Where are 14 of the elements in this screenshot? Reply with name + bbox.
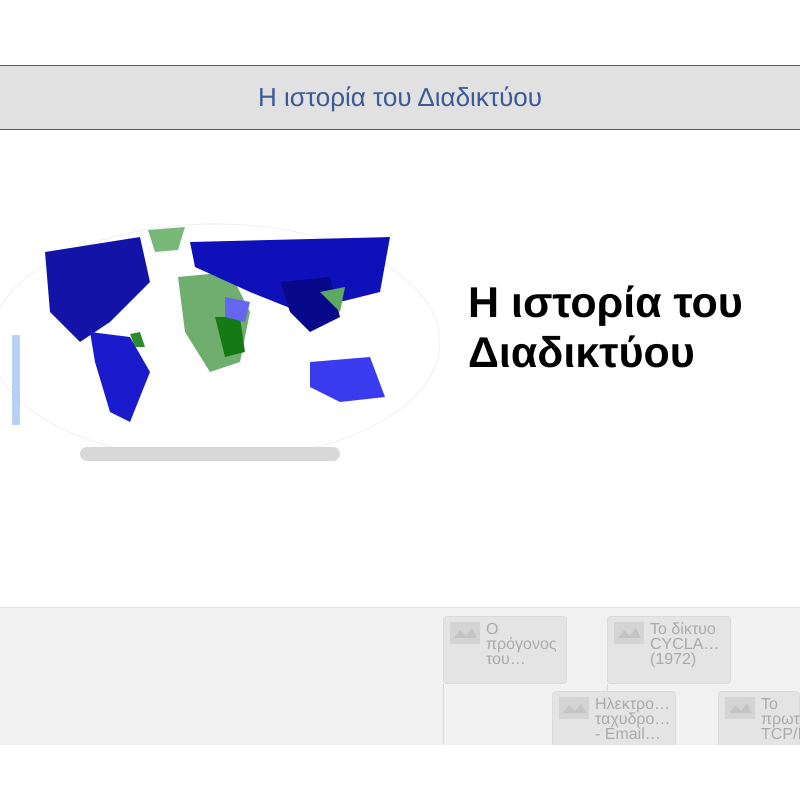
card-title: Το δίκτυο CYCLA… (1972) <box>650 622 720 670</box>
header-title: Η ιστορία του Διαδικτύου <box>258 82 542 113</box>
slide-title: Η ιστορία του Διαδικτύου <box>468 278 744 378</box>
card-title: Το πρωτ TCP/I <box>761 697 800 745</box>
thumbnail-image <box>614 622 644 644</box>
thumbnail-image <box>559 697 589 719</box>
timeline-card[interactable]: Ο πρόγονος του… <box>443 616 567 684</box>
timeline-card[interactable]: Το πρωτ TCP/I <box>718 691 800 745</box>
thumbnail-image <box>725 697 755 719</box>
timeline-card[interactable]: Ηλεκτρο… ταχυδρο… - Email… <box>552 691 676 745</box>
timeline-card[interactable]: Το δίκτυο CYCLA… (1972) <box>607 616 731 684</box>
card-title: Ο πρόγονος του… <box>486 622 558 670</box>
card-title: Ηλεκτρο… ταχυδρο… - Email… <box>595 697 670 745</box>
thumbnail-image <box>450 622 480 644</box>
